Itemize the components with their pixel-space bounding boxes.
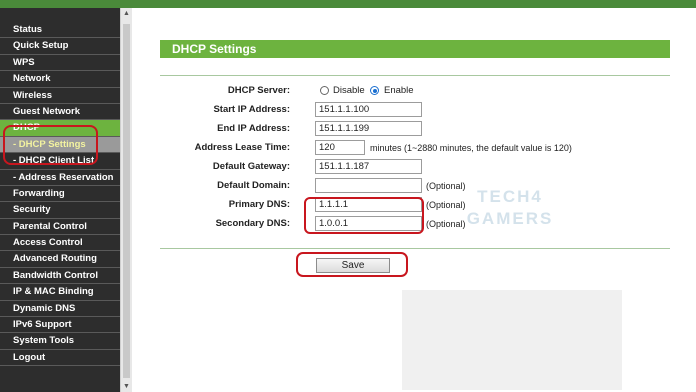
sidebar-item-access-control[interactable]: Access Control	[0, 235, 120, 252]
sidebar-item-address-reservation[interactable]: - Address Reservation	[0, 170, 120, 186]
sidebar-item-status[interactable]: Status	[0, 22, 120, 39]
domain-label: Default Domain:	[217, 180, 290, 191]
sidebar-item-forwarding[interactable]: Forwarding	[0, 186, 120, 203]
secondary-dns-label: Secondary DNS:	[215, 218, 290, 229]
dhcp-server-label: DHCP Server:	[227, 85, 290, 96]
end-ip-row: End IP Address: 151.1.1.199	[160, 121, 680, 137]
top-bar	[0, 0, 696, 8]
sidebar-item-wireless[interactable]: Wireless	[0, 88, 120, 104]
sidebar-item-wps[interactable]: WPS	[0, 55, 120, 72]
dhcp-enable-label: Enable	[384, 85, 414, 96]
sidebar-item-ip-mac-binding[interactable]: IP & MAC Binding	[0, 284, 120, 301]
domain-input[interactable]	[315, 178, 422, 193]
sidebar-item-parental-control[interactable]: Parental Control	[0, 219, 120, 236]
sidebar-menu: Status Quick Setup WPS Network Wireless …	[0, 8, 120, 392]
page-title: DHCP Settings	[160, 40, 670, 58]
gateway-input[interactable]: 151.1.1.187	[315, 159, 422, 174]
highlight-save-button	[296, 252, 408, 277]
start-ip-label: Start IP Address:	[213, 104, 290, 115]
primary-dns-label: Primary DNS:	[228, 199, 290, 210]
sidebar-item-guest-network[interactable]: Guest Network	[0, 104, 120, 121]
scroll-thumb[interactable]	[123, 24, 130, 378]
highlight-dns-fields	[304, 197, 424, 234]
scroll-up-arrow-icon[interactable]: ▲	[122, 10, 131, 17]
faded-background-panel	[402, 290, 622, 390]
sidebar-item-ipv6-support[interactable]: IPv6 Support	[0, 317, 120, 334]
gateway-row: Default Gateway: 151.1.1.187	[160, 159, 680, 175]
end-ip-label: End IP Address:	[217, 123, 290, 134]
section-divider-bottom	[160, 248, 670, 249]
sidebar-item-quick-setup[interactable]: Quick Setup	[0, 38, 120, 55]
end-ip-input[interactable]: 151.1.1.199	[315, 121, 422, 136]
sidebar-item-network[interactable]: Network	[0, 71, 120, 88]
scroll-down-arrow-icon[interactable]: ▼	[122, 383, 131, 390]
lease-time-label: Address Lease Time:	[194, 142, 290, 153]
dhcp-server-row: DHCP Server: Disable Enable	[160, 83, 680, 99]
domain-row: Default Domain: (Optional)	[160, 178, 680, 194]
sidebar-item-logout[interactable]: Logout	[0, 350, 120, 367]
highlight-dhcp-menu	[3, 125, 98, 165]
sidebar-item-system-tools[interactable]: System Tools	[0, 333, 120, 350]
sidebar-item-dynamic-dns[interactable]: Dynamic DNS	[0, 301, 120, 318]
dhcp-enable-radio[interactable]	[370, 86, 379, 95]
sidebar-item-security[interactable]: Security	[0, 202, 120, 219]
watermark-logo: TECH4 GAMERS	[466, 187, 554, 228]
section-divider-top	[160, 75, 670, 76]
dhcp-disable-radio[interactable]	[320, 86, 329, 95]
sidebar-scrollbar[interactable]: ▲ ▼	[120, 8, 132, 392]
sidebar-item-advanced-routing[interactable]: Advanced Routing	[0, 251, 120, 268]
lease-time-row: Address Lease Time: 120 minutes (1~2880 …	[160, 140, 680, 156]
start-ip-row: Start IP Address: 151.1.1.100	[160, 102, 680, 118]
start-ip-input[interactable]: 151.1.1.100	[315, 102, 422, 117]
dhcp-disable-label: Disable	[333, 85, 365, 96]
gateway-label: Default Gateway:	[212, 161, 290, 172]
sidebar-item-bandwidth-control[interactable]: Bandwidth Control	[0, 268, 120, 285]
lease-time-hint: minutes (1~2880 minutes, the default val…	[370, 143, 572, 153]
lease-time-input[interactable]: 120	[315, 140, 365, 155]
